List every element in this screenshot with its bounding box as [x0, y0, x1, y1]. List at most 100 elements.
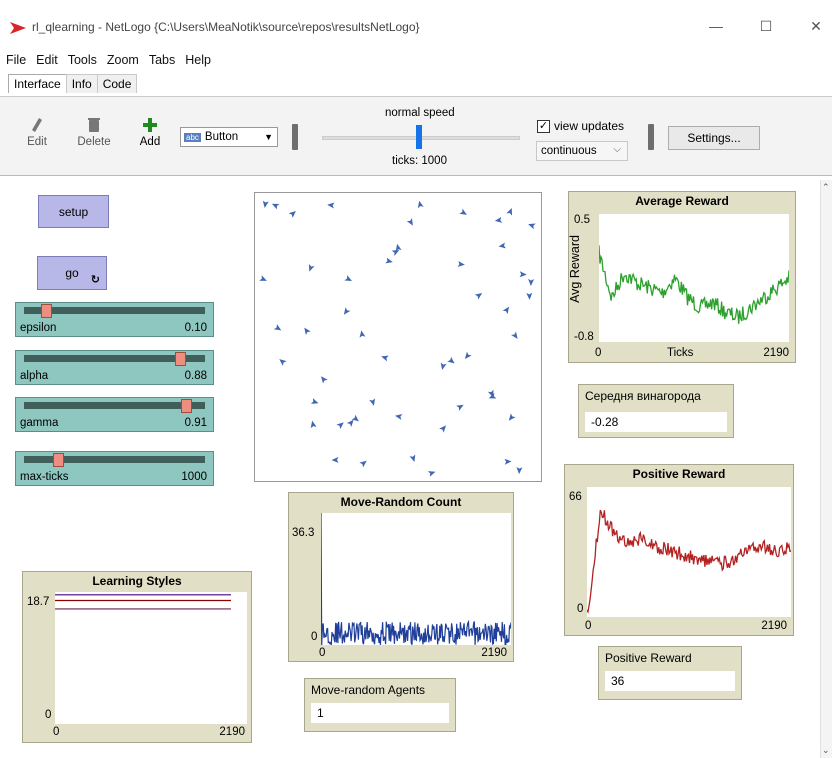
y-min-label: 0: [577, 603, 584, 615]
menu-file[interactable]: File: [6, 48, 26, 72]
move-random-agents-monitor: Move-random Agents 1: [304, 678, 456, 732]
x-min-label: 0: [53, 726, 60, 738]
view-updates-checkbox[interactable]: ✓: [537, 120, 550, 133]
turtle-agent: [271, 203, 280, 210]
minimize-button[interactable]: —: [704, 18, 728, 34]
widget-type-value: Button: [204, 131, 239, 143]
monitor-value: 1: [311, 703, 449, 723]
tab-interface[interactable]: Interface: [8, 74, 67, 93]
turtle-agent: [474, 293, 483, 300]
slider-max-ticks[interactable]: max-ticks 1000: [15, 451, 214, 486]
chevron-down-icon: ▼: [264, 132, 273, 142]
trash-icon: [88, 118, 100, 132]
slider-handle[interactable]: [175, 352, 187, 366]
slider-alpha[interactable]: alpha 0.88: [15, 350, 214, 385]
add-tool[interactable]: Add: [134, 117, 166, 148]
turtle-agent: [308, 264, 315, 272]
menu-tabs[interactable]: Tabs: [149, 48, 175, 72]
positive-reward-plot: Positive Reward 66 0 0 2190: [564, 464, 794, 636]
toolbar-separator: [648, 124, 654, 150]
x-min-label: 0: [319, 647, 326, 659]
menu-zoom[interactable]: Zoom: [107, 48, 139, 72]
positive-reward-line: [586, 509, 792, 614]
x-min-label: 0: [595, 347, 602, 359]
plot-title: Move-Random Count: [340, 495, 462, 509]
turtle-agent: [394, 413, 403, 420]
turtle-agent: [369, 398, 376, 406]
turtle-agent: [498, 242, 506, 249]
world-view[interactable]: [254, 192, 542, 482]
slider-label: epsilon: [20, 322, 57, 334]
plot-area: [586, 487, 792, 617]
netlogo-logo-icon: [10, 22, 26, 34]
widget-type-dropdown[interactable]: abc Button ▼: [180, 127, 278, 147]
turtle-agent: [262, 200, 269, 208]
x-axis-label: Ticks: [667, 347, 694, 359]
turtle-agent: [320, 376, 328, 384]
turtle-agent: [273, 324, 282, 331]
slider-value: 0.88: [184, 370, 207, 382]
update-mode-dropdown[interactable]: continuous ⌵: [536, 141, 628, 161]
y-max-label: 0.5: [574, 214, 590, 226]
toolbar-separator: [292, 124, 298, 150]
scroll-down-icon[interactable]: ⌄: [822, 745, 830, 756]
plus-icon: [143, 118, 157, 132]
turtle-agent: [528, 223, 536, 230]
slider-value: 1000: [181, 471, 207, 483]
plot-title: Learning Styles: [92, 574, 182, 588]
slider-handle[interactable]: [41, 304, 53, 318]
slider-track[interactable]: [24, 456, 205, 463]
slider-track[interactable]: [24, 402, 205, 409]
turtle-agent: [456, 404, 464, 411]
slider-label: max-ticks: [20, 471, 69, 483]
turtle-agent: [528, 278, 535, 286]
turtle-agent: [506, 207, 513, 216]
y-min-label: -0.8: [574, 331, 594, 343]
pencil-icon: [32, 118, 42, 132]
delete-tool[interactable]: Delete: [74, 117, 114, 148]
title-bar: rl_qlearning - NetLogo {C:\Users\MeaNoti…: [0, 0, 832, 44]
menu-tools[interactable]: Tools: [68, 48, 97, 72]
tab-info[interactable]: Info: [65, 74, 98, 93]
turtle-agent: [336, 422, 344, 430]
turtle-agent: [526, 292, 533, 300]
scroll-up-icon[interactable]: ⌃: [822, 182, 830, 193]
turtle-agent: [310, 398, 319, 404]
monitor-label: Середня винагорода: [585, 389, 701, 403]
go-label: go: [65, 266, 79, 280]
move-random-count-line: [320, 512, 512, 646]
close-button[interactable]: ✕: [804, 18, 828, 35]
slider-handle[interactable]: [180, 399, 192, 413]
window-title: rl_qlearning - NetLogo {C:\Users\MeaNoti…: [32, 20, 420, 34]
monitor-value: 36: [605, 671, 735, 691]
turtle-agent: [344, 275, 352, 282]
go-button[interactable]: go ↻: [37, 256, 107, 290]
speed-slider-handle[interactable]: [416, 125, 422, 149]
settings-button[interactable]: Settings...: [668, 126, 760, 150]
y-max-label: 36.3: [292, 527, 315, 539]
turtle-agent: [406, 218, 413, 226]
turtles-layer: [259, 200, 536, 477]
menu-bar: File Edit Tools Zoom Tabs Help: [0, 48, 832, 72]
plot-title: Positive Reward: [632, 467, 726, 481]
x-max-label: 2190: [761, 620, 787, 632]
slider-value: 0.10: [184, 322, 207, 334]
turtle-agent: [417, 200, 424, 209]
menu-edit[interactable]: Edit: [36, 48, 58, 72]
turtle-agent: [457, 260, 465, 267]
setup-button[interactable]: setup: [38, 195, 109, 228]
maximize-button[interactable]: ☐: [754, 18, 778, 35]
slider-epsilon[interactable]: epsilon 0.10: [15, 302, 214, 337]
turtle-agent: [288, 210, 296, 218]
tab-code[interactable]: Code: [96, 74, 138, 93]
edit-tool[interactable]: Edit: [20, 117, 54, 148]
learning-styles-plot: Learning Styles 18.7 0 0 2190: [22, 571, 252, 743]
turtle-agent: [385, 257, 393, 264]
slider-label: alpha: [20, 370, 49, 382]
turtle-agent: [359, 330, 366, 338]
vertical-scrollbar[interactable]: ⌃ ⌄: [820, 180, 832, 758]
slider-handle[interactable]: [53, 453, 65, 467]
slider-gamma[interactable]: gamma 0.91: [15, 397, 214, 432]
turtle-agent: [343, 307, 351, 315]
menu-help[interactable]: Help: [185, 48, 211, 72]
